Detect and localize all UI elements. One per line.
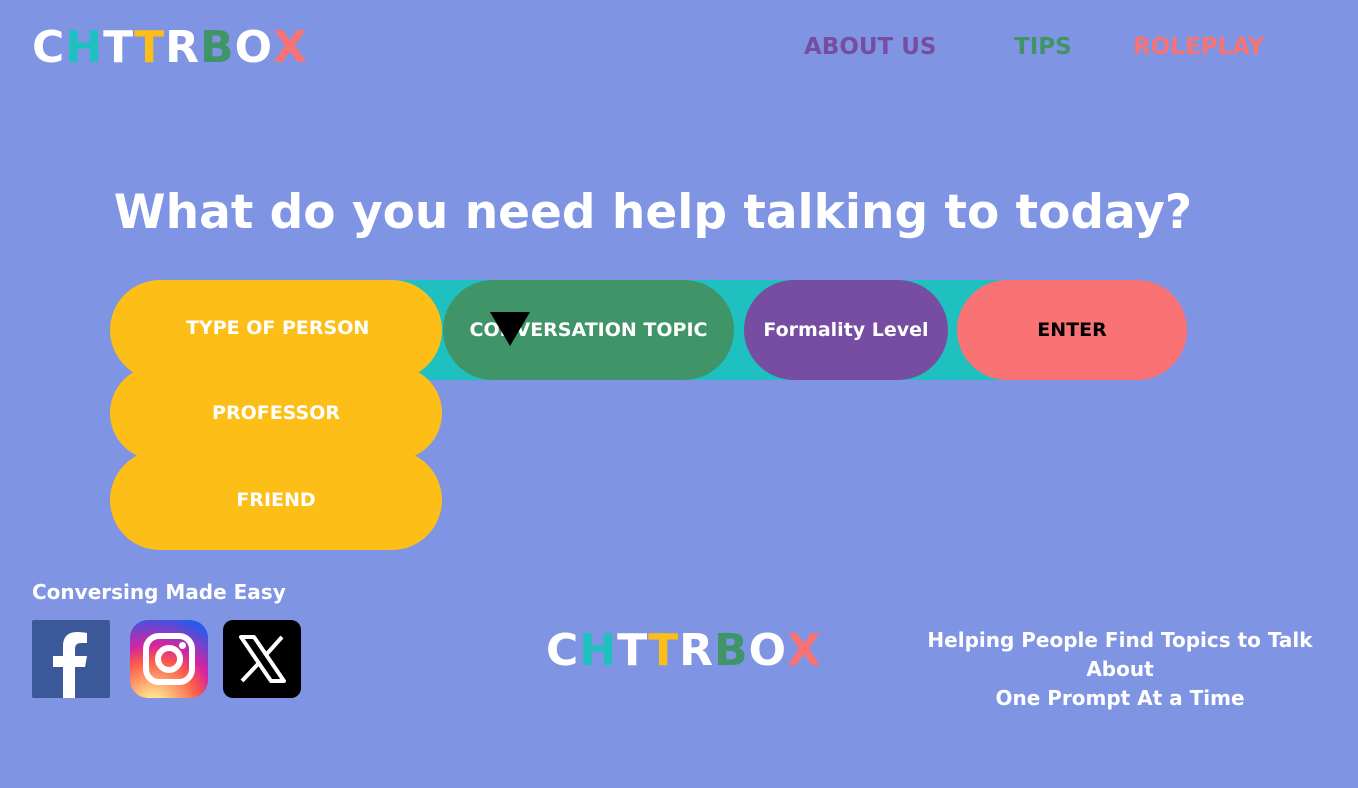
logo-letter: B bbox=[200, 22, 235, 73]
dropdown-arrow-icon[interactable] bbox=[490, 312, 530, 346]
logo-letter: T bbox=[134, 22, 166, 73]
page-title: What do you need help talking to today? bbox=[113, 185, 1193, 240]
logo-letter: H bbox=[65, 22, 104, 73]
logo-letter: H bbox=[579, 625, 618, 676]
logo[interactable]: C H T T R B O X bbox=[32, 22, 308, 74]
enter-button[interactable]: ENTER bbox=[957, 280, 1187, 380]
logo-letter: O bbox=[748, 625, 787, 676]
nav-about-us[interactable]: ABOUT US bbox=[804, 32, 937, 62]
x-icon[interactable] bbox=[223, 620, 301, 698]
person-type-label: TYPE OF PERSON bbox=[186, 317, 370, 339]
footer-blurb-line: One Prompt At a Time bbox=[995, 686, 1245, 710]
logo-letter: R bbox=[679, 625, 715, 676]
logo-letter: R bbox=[165, 22, 201, 73]
formality-level-button[interactable]: Formality Level bbox=[744, 280, 948, 380]
footer-blurb-line: Helping People Find Topics to Talk About bbox=[927, 628, 1313, 681]
footer-blurb: Helping People Find Topics to Talk About… bbox=[900, 626, 1340, 713]
footer-tagline: Conversing Made Easy bbox=[32, 580, 286, 604]
logo-letter: T bbox=[648, 625, 680, 676]
dropdown-option-friend[interactable]: FRIEND bbox=[110, 450, 442, 550]
logo-letter: T bbox=[103, 22, 135, 73]
logo-letter: X bbox=[787, 625, 822, 676]
logo-letter: C bbox=[546, 625, 580, 676]
nav-roleplay[interactable]: ROLEPLAY bbox=[1133, 32, 1264, 62]
person-type-dropdown[interactable]: TYPE OF PERSON bbox=[110, 280, 530, 380]
logo-letter: C bbox=[32, 22, 66, 73]
instagram-icon[interactable] bbox=[130, 620, 208, 698]
conversation-topic-button[interactable]: CONVERSATION TOPIC bbox=[443, 280, 734, 380]
logo-letter: T bbox=[617, 625, 649, 676]
logo-letter: X bbox=[273, 22, 308, 73]
footer-logo[interactable]: C H T T R B O X bbox=[546, 625, 822, 677]
nav-tips[interactable]: TIPS bbox=[1014, 32, 1072, 62]
logo-letter: B bbox=[714, 625, 749, 676]
logo-letter: O bbox=[234, 22, 273, 73]
dropdown-option-professor[interactable]: PROFESSOR bbox=[110, 366, 442, 460]
facebook-icon[interactable] bbox=[32, 620, 110, 698]
